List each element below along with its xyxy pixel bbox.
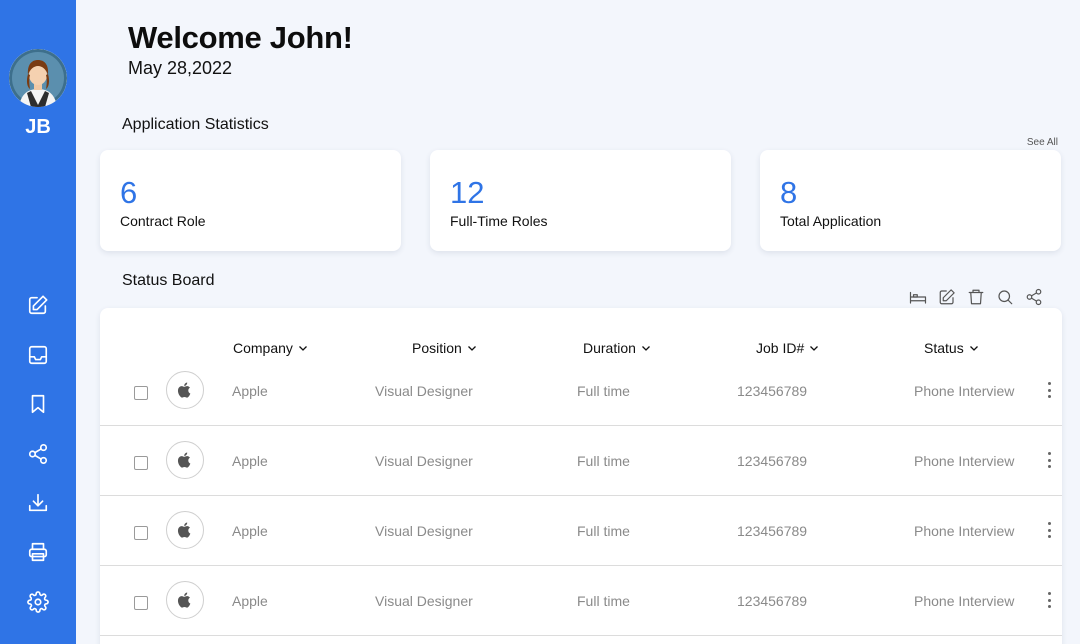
table-row[interactable]: Apple Visual Designer Full time 12345678… bbox=[100, 496, 1062, 566]
row-menu-icon[interactable] bbox=[1044, 590, 1054, 610]
cell-position: Visual Designer bbox=[375, 383, 473, 399]
cell-duration: Full time bbox=[577, 383, 630, 399]
row-checkbox[interactable] bbox=[134, 386, 148, 400]
settings-icon[interactable] bbox=[25, 589, 51, 615]
stat-label: Total Application bbox=[780, 213, 882, 229]
cell-job-id: 123456789 bbox=[737, 523, 808, 539]
cell-status: Phone Interview bbox=[914, 453, 1015, 469]
sidebar: JB bbox=[0, 0, 76, 644]
cell-company: Apple bbox=[232, 453, 268, 469]
edit-icon[interactable] bbox=[25, 292, 51, 318]
search-icon[interactable] bbox=[995, 287, 1015, 307]
company-logo bbox=[166, 371, 204, 409]
cell-position: Visual Designer bbox=[375, 593, 473, 609]
status-board-table: Company Position Duration Job ID# Status… bbox=[100, 308, 1062, 644]
apple-logo-icon bbox=[177, 382, 191, 398]
cell-duration: Full time bbox=[577, 453, 630, 469]
row-checkbox[interactable] bbox=[134, 526, 148, 540]
inbox-icon[interactable] bbox=[25, 342, 51, 368]
cell-job-id: 123456789 bbox=[737, 593, 808, 609]
user-initials: JB bbox=[25, 116, 51, 138]
stat-label: Contract Role bbox=[120, 213, 206, 229]
main-content: Welcome John! May 28,2022 Application St… bbox=[76, 0, 1080, 644]
row-checkbox[interactable] bbox=[134, 596, 148, 610]
table-row[interactable]: Apple Visual Designer Full time 12345678… bbox=[100, 566, 1062, 636]
stat-value: 12 bbox=[450, 175, 485, 210]
page-title: Welcome John! bbox=[128, 20, 353, 55]
page-date: May 28,2022 bbox=[128, 58, 233, 78]
stat-card-full-time[interactable]: 12 Full-Time Roles bbox=[430, 150, 731, 251]
bookmark-icon[interactable] bbox=[25, 391, 51, 417]
company-logo bbox=[166, 511, 204, 549]
company-logo bbox=[166, 441, 204, 479]
cell-position: Visual Designer bbox=[375, 453, 473, 469]
cell-company: Apple bbox=[232, 593, 268, 609]
row-menu-icon[interactable] bbox=[1044, 450, 1054, 470]
row-menu-icon[interactable] bbox=[1044, 520, 1054, 540]
stat-label: Full-Time Roles bbox=[450, 213, 548, 229]
trash-icon[interactable] bbox=[966, 287, 986, 307]
avatar[interactable] bbox=[9, 49, 67, 107]
print-icon[interactable] bbox=[25, 539, 51, 565]
cell-duration: Full time bbox=[577, 523, 630, 539]
statistics-title: Application Statistics bbox=[122, 116, 269, 133]
user-avatar-icon bbox=[9, 49, 67, 107]
stat-card-contract[interactable]: 6 Contract Role bbox=[100, 150, 401, 251]
apple-logo-icon bbox=[177, 452, 191, 468]
bed-icon[interactable] bbox=[908, 287, 928, 307]
cell-duration: Full time bbox=[577, 593, 630, 609]
edit-icon[interactable] bbox=[937, 287, 957, 307]
status-board-title: Status Board bbox=[122, 272, 215, 289]
cell-company: Apple bbox=[232, 523, 268, 539]
share-icon[interactable] bbox=[25, 441, 51, 467]
apple-logo-icon bbox=[177, 592, 191, 608]
stat-value: 6 bbox=[120, 175, 138, 210]
row-checkbox[interactable] bbox=[134, 456, 148, 470]
cell-position: Visual Designer bbox=[375, 523, 473, 539]
download-icon[interactable] bbox=[25, 490, 51, 516]
stat-card-total[interactable]: 8 Total Application bbox=[760, 150, 1061, 251]
company-logo bbox=[166, 581, 204, 619]
cell-job-id: 123456789 bbox=[737, 383, 808, 399]
cell-job-id: 123456789 bbox=[737, 453, 808, 469]
stat-value: 8 bbox=[780, 175, 798, 210]
share-icon[interactable] bbox=[1024, 287, 1044, 307]
see-all-link[interactable]: See All bbox=[1027, 137, 1058, 148]
table-row[interactable]: Apple Visual Designer Full time 12345678… bbox=[100, 308, 1062, 426]
apple-logo-icon bbox=[177, 522, 191, 538]
board-toolbar bbox=[908, 287, 1044, 307]
cell-status: Phone Interview bbox=[914, 593, 1015, 609]
cell-status: Phone Interview bbox=[914, 523, 1015, 539]
row-menu-icon[interactable] bbox=[1044, 380, 1054, 400]
cell-status: Phone Interview bbox=[914, 383, 1015, 399]
cell-company: Apple bbox=[232, 383, 268, 399]
table-row[interactable]: Apple Visual Designer Full time 12345678… bbox=[100, 426, 1062, 496]
